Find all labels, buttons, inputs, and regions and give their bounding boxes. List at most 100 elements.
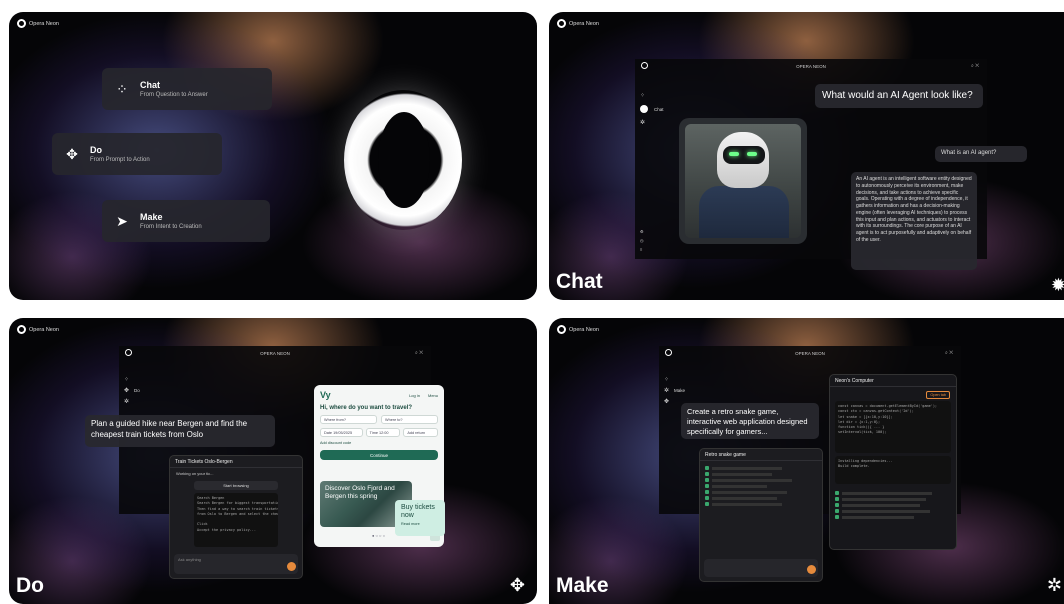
sidebar-item-chat[interactable]: Chat [640,105,664,113]
vy-logo-icon: Vy [320,390,331,400]
app-titlebar: OPERA NEON ⌕ ✕ [635,59,987,73]
route-fields: Where from? Where to? [314,411,444,426]
sidebar-item-label: Make [674,388,686,393]
opera-logo-icon [125,349,132,356]
sidebar-item-label: Chat [654,106,664,112]
discount-link[interactable]: Add discount code [314,439,444,447]
code-block: Search Bergen Search Bergen for biggest … [194,493,278,547]
return-field[interactable]: Add return [403,428,439,437]
chat-input[interactable] [704,559,818,577]
chat-dots-icon[interactable]: ⁘ [640,92,664,99]
menu-card-title: Do [90,145,102,155]
make-prompt-bubble: Create a retro snake game, interactive w… [681,403,819,439]
to-field[interactable]: Where to? [381,415,438,424]
do-prompt-bubble: Plan a guided hike near Bergen and find … [85,415,275,447]
brand-logo: Opera Neon [557,19,599,28]
history-icon[interactable]: ◷ [640,238,644,243]
continue-button[interactable]: Continue [320,450,438,460]
chat-dots-icon[interactable]: ⁘ [124,376,140,383]
login-link[interactable]: Log in [409,393,420,398]
sun-icon: ✹ [1050,275,1064,295]
do-arrows-icon: ✥ [66,145,78,162]
check-icon [705,466,709,470]
make-gear-icon[interactable]: ✲ [640,119,664,126]
app-title: OPERA NEON [260,350,290,356]
site-header: Vy Log in Menu [314,385,444,405]
sidebar: ⁘ ✥ Do ✲ [124,376,140,405]
computer-title: Neon's Computer [830,375,956,387]
check-icon [705,502,709,506]
window-controls[interactable]: ⌕ ✕ [971,63,979,69]
time-field[interactable]: Time 12:00 [365,428,401,437]
computer-checklist [830,487,956,523]
sidebar-item-do[interactable]: ✥ Do [124,387,140,394]
section-label: Chat [556,270,603,293]
check-icon [835,509,839,513]
chat-answer-bubble: An AI agent is an intelligent software e… [851,172,977,270]
robot-image [685,124,801,238]
opera-logo-icon [557,19,566,28]
window-controls[interactable]: ⌕ ✕ [415,350,423,356]
sidebar-bottom: ⚙ ◷ ≡ [640,229,644,252]
settings-icon[interactable]: ⚙ [640,229,644,234]
code-block: const canvas = document.getElementById('… [835,401,951,453]
check-icon [835,497,839,501]
opera-logo-icon [557,325,566,334]
opera-ring-logo [344,90,462,230]
active-dot-icon [640,105,648,113]
computer-window: Neon's Computer Open tab const canvas = … [829,374,957,550]
make-gear-icon[interactable]: ✲ [124,398,140,405]
chat-input[interactable]: Ask anything [174,554,298,574]
brand-name: Opera Neon [29,20,59,27]
task-card: Train Tickets Oslo-Bergen Working on you… [169,455,303,579]
read-more-link[interactable]: Read more [401,522,439,526]
send-button[interactable] [287,562,296,571]
check-icon [705,484,709,488]
from-field[interactable]: Where from? [320,415,377,424]
do-arrows-icon: ✥ [509,575,525,595]
input-placeholder: Ask anything [178,557,201,562]
opera-logo-icon [665,349,672,356]
chat-prompt-bubble: What would an AI Agent look like? [815,84,983,108]
sidebar-item-make[interactable]: ✲ Make [664,387,685,394]
task-card-title: Retro snake game [700,449,822,461]
thinking-chip[interactable]: Start browsing [194,481,278,490]
menu-card-title: Chat [140,80,160,90]
robot-image-frame [679,118,807,244]
check-icon [835,503,839,507]
task-card: Retro snake game [699,448,823,582]
menu-card-subtitle: From Intent to Creation [140,224,202,230]
send-button[interactable] [807,565,816,574]
buy-tickets-card[interactable]: Buy tickets now Read more [395,500,445,536]
make-arrow-icon: ➤ [116,212,128,229]
window-controls[interactable]: ⌕ ✕ [945,350,953,356]
opera-logo-icon [17,19,26,28]
brand-logo: Opera Neon [17,19,59,28]
section-label: Make [556,574,609,597]
chat-dots-icon[interactable]: ⁘ [664,376,685,383]
app-title: OPERA NEON [796,63,826,69]
carousel-dots[interactable]: ● ○ ○ ○ [372,533,385,538]
sidebar-item-label: Do [134,388,140,393]
menu-card-chat[interactable]: ⁘ Chat From Question to Answer [102,68,272,110]
app-titlebar: OPERA NEON ⌕ ✕ [119,346,431,360]
menu-link[interactable]: Menu [428,393,438,398]
opera-logo-icon [641,62,648,69]
chat-question-bubble: What is an AI agent? [935,146,1027,162]
menu-card-make[interactable]: ➤ Make From Intent to Creation [102,200,270,242]
app-title: OPERA NEON [795,350,825,356]
menu-icon[interactable]: ≡ [640,247,644,252]
check-icon [705,496,709,500]
make-gear-icon: ✲ [664,388,670,394]
task-status: Working on your tic... [176,471,214,476]
date-field[interactable]: Date 19/05/2025 [320,428,363,437]
log-block: Installing dependencies... Build complet… [835,456,951,484]
menu-card-do[interactable]: ✥ Do From Prompt to Action [52,133,222,175]
brand-logo: Opera Neon [17,325,59,334]
open-tab-button[interactable]: Open tab [926,391,950,399]
sidebar: ⁘ ✲ Make ✥ [664,376,685,405]
app-titlebar: OPERA NEON ⌕ ✕ [659,346,961,360]
task-card-title: Train Tickets Oslo-Bergen [170,456,302,468]
check-icon [835,491,839,495]
check-icon [705,490,709,494]
